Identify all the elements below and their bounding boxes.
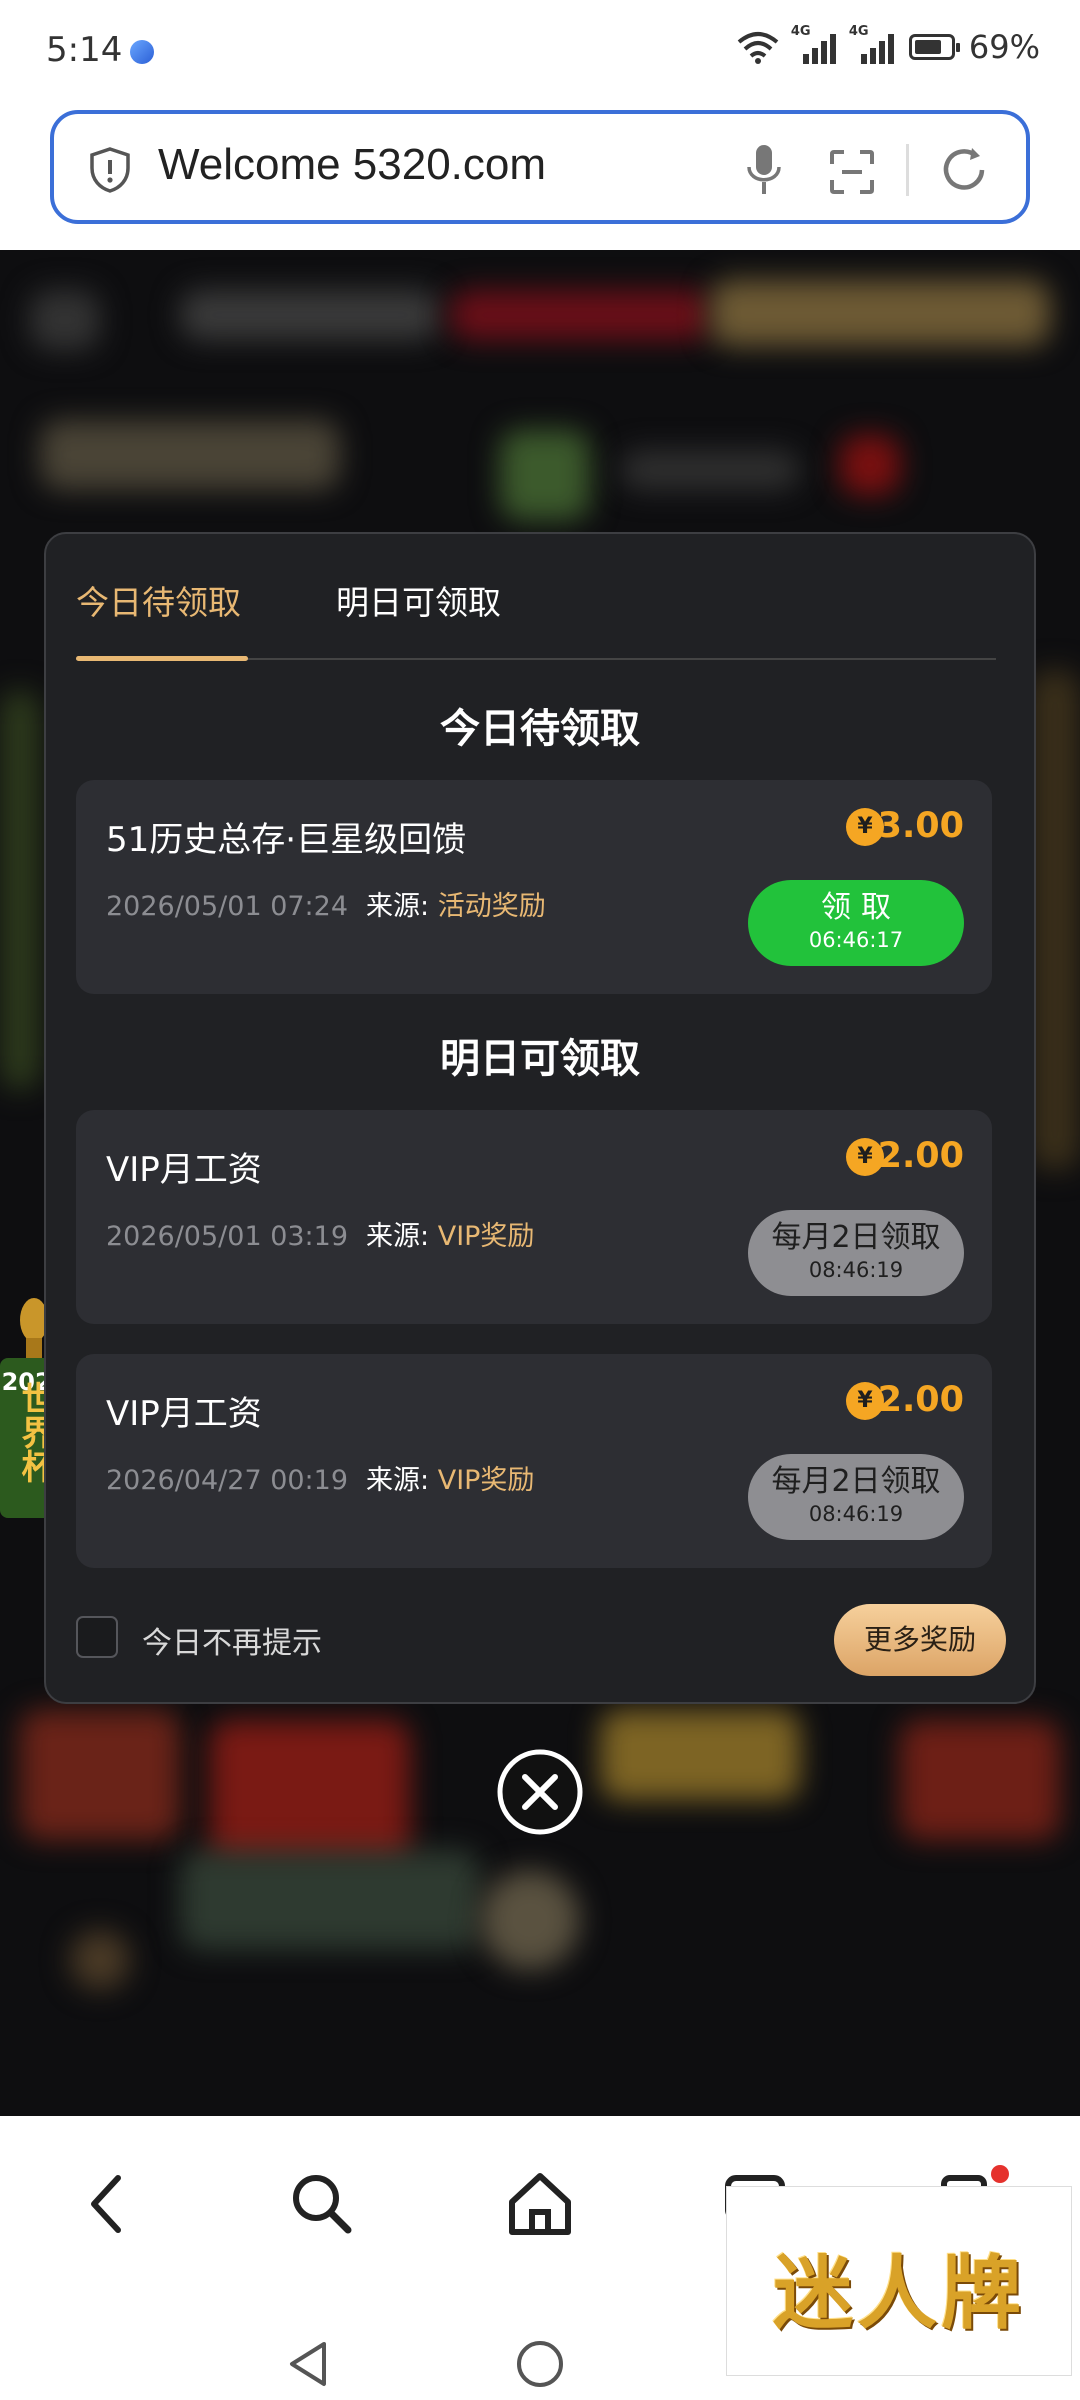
nav-back-icon[interactable] bbox=[282, 2336, 338, 2392]
ad-banner[interactable]: 迷人牌 bbox=[726, 2186, 1072, 2376]
reward-source-label: 来源: bbox=[366, 1221, 430, 1252]
scheduled-claim-button[interactable]: 每月2日领取 08:46:19 bbox=[748, 1454, 964, 1540]
wifi-icon bbox=[737, 32, 779, 64]
reward-datetime: 2026/05/01 07:24 bbox=[106, 891, 349, 922]
scheduled-countdown: 08:46:19 bbox=[808, 1502, 904, 1526]
close-icon[interactable] bbox=[496, 1748, 584, 1836]
url-divider bbox=[906, 144, 909, 196]
microphone-icon[interactable] bbox=[744, 142, 784, 198]
reward-meta: 2026/04/27 00:19 来源: VIP奖励 bbox=[106, 1458, 534, 1497]
shield-icon[interactable] bbox=[88, 146, 132, 194]
reward-title: VIP月工资 bbox=[106, 1394, 262, 1434]
claim-button-label: 领取 bbox=[821, 890, 901, 925]
battery-percent: 69% bbox=[968, 28, 1040, 66]
address-bar[interactable]: Welcome 5320.com bbox=[50, 110, 1030, 224]
browser-toolbar: Welcome 5320.com bbox=[0, 100, 1080, 250]
tab-today-pending[interactable]: 今日待领取 bbox=[76, 576, 241, 624]
active-tab-indicator bbox=[76, 656, 248, 661]
reward-datetime: 2026/04/27 00:19 bbox=[106, 1465, 349, 1496]
today-section-title: 今日待领取 bbox=[440, 706, 640, 752]
reward-amount: 2.00 bbox=[877, 1380, 964, 1420]
tomorrow-section-title: 明日可领取 bbox=[440, 1036, 640, 1082]
ad-banner-text: 迷人牌 bbox=[773, 2246, 1025, 2340]
reward-title: VIP月工资 bbox=[106, 1150, 262, 1190]
scheduled-countdown: 08:46:19 bbox=[808, 1258, 904, 1282]
claim-button[interactable]: 领取 06:46:17 bbox=[748, 880, 964, 966]
tab-tomorrow-available[interactable]: 明日可领取 bbox=[336, 576, 501, 624]
nav-home-icon[interactable] bbox=[512, 2336, 568, 2392]
reward-source-label: 来源: bbox=[366, 1465, 430, 1496]
reward-amount: 3.00 bbox=[877, 806, 964, 846]
scan-icon[interactable] bbox=[828, 148, 876, 196]
scheduled-claim-label: 每月2日领取 bbox=[771, 1220, 941, 1255]
reward-meta: 2026/05/01 03:19 来源: VIP奖励 bbox=[106, 1214, 534, 1253]
claim-countdown: 06:46:17 bbox=[808, 928, 904, 952]
back-icon[interactable] bbox=[68, 2164, 148, 2244]
scheduled-claim-label: 每月2日领取 bbox=[771, 1464, 941, 1499]
reward-source-label: 来源: bbox=[366, 891, 430, 922]
reward-source: VIP奖励 bbox=[437, 1465, 535, 1496]
signal-icon-sim2: 4G bbox=[849, 24, 895, 64]
battery-icon bbox=[908, 34, 960, 60]
reward-title: 51历史总存·巨星级回馈 bbox=[106, 820, 467, 860]
reward-card: VIP月工资 2026/04/27 00:19 来源: VIP奖励 ¥ 2.00 … bbox=[76, 1354, 992, 1568]
status-bar: 5:14 4G 4G 69% bbox=[0, 0, 1080, 100]
home-icon[interactable] bbox=[500, 2164, 580, 2244]
more-rewards-button[interactable]: 更多奖励 bbox=[834, 1604, 1006, 1676]
reward-source: VIP奖励 bbox=[437, 1221, 535, 1252]
reward-amount: 2.00 bbox=[877, 1136, 964, 1176]
rewards-modal: 今日待领取 明日可领取 今日待领取 51历史总存·巨星级回馈 2026/05/0… bbox=[44, 532, 1036, 1704]
scheduled-claim-button[interactable]: 每月2日领取 08:46:19 bbox=[748, 1210, 964, 1296]
reward-card: VIP月工资 2026/05/01 03:19 来源: VIP奖励 ¥ 2.00 … bbox=[76, 1110, 992, 1324]
dont-show-today-checkbox[interactable] bbox=[76, 1616, 118, 1658]
signal-icon-sim1: 4G bbox=[791, 24, 837, 64]
dont-show-today-label[interactable]: 今日不再提示 bbox=[142, 1618, 322, 1662]
search-icon[interactable] bbox=[282, 2164, 362, 2244]
reward-meta: 2026/05/01 07:24 来源: 活动奖励 bbox=[106, 884, 546, 923]
status-time: 5:14 bbox=[46, 30, 123, 70]
notification-app-icon bbox=[130, 40, 154, 64]
reward-datetime: 2026/05/01 03:19 bbox=[106, 1221, 349, 1252]
reward-card: 51历史总存·巨星级回馈 2026/05/01 07:24 来源: 活动奖励 ¥ … bbox=[76, 780, 992, 994]
reward-source: 活动奖励 bbox=[437, 891, 546, 922]
url-text[interactable]: Welcome 5320.com bbox=[158, 140, 546, 190]
reload-icon[interactable] bbox=[936, 142, 992, 198]
